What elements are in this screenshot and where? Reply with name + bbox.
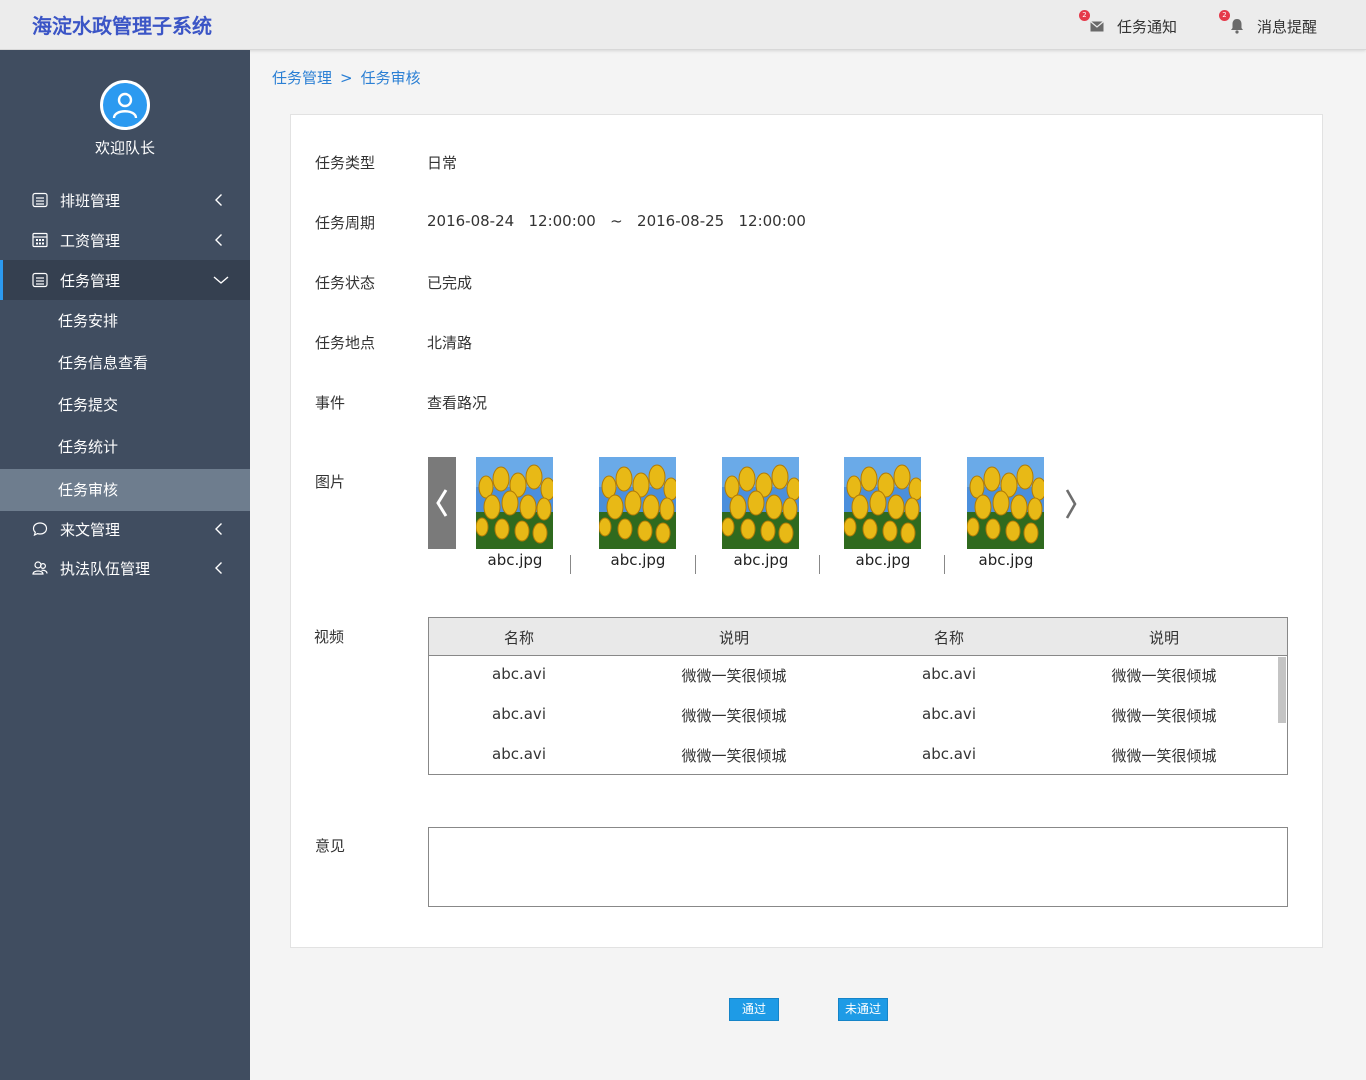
task-status-value: 已完成	[427, 274, 473, 292]
image-caption: abc.jpg	[978, 551, 1034, 569]
gallery-prev-button[interactable]	[428, 457, 456, 549]
images-label: 图片	[315, 473, 346, 491]
app-logo: 海淀水政管理子系统	[32, 14, 212, 38]
image-caption: abc.jpg	[610, 551, 666, 569]
tulip-photo-icon	[476, 457, 553, 549]
image-thumbnail[interactable]	[844, 457, 921, 549]
chevron-right-icon	[1065, 489, 1077, 519]
breadcrumb: 任务管理 > 任务审核	[272, 67, 421, 88]
menu-label: 任务管理	[60, 272, 121, 290]
chevron-left-icon	[215, 523, 222, 535]
menu-item-enforcement-team[interactable]: 执法队伍管理	[0, 548, 250, 588]
column-header: 名称	[933, 629, 964, 647]
submenu-task-submit[interactable]: 任务提交	[0, 384, 250, 426]
salary-icon	[32, 232, 48, 248]
menu-label: 工资管理	[60, 232, 121, 250]
task-notification-label: 任务通知	[1117, 17, 1178, 36]
task-period-label: 任务周期	[315, 214, 376, 232]
task-period-value: 2016-08-24 12:00:00 ~ 2016-08-25 12:00:0…	[427, 212, 806, 230]
tulip-photo-icon	[844, 457, 921, 549]
submenu-task-info[interactable]: 任务信息查看	[0, 342, 250, 384]
tulip-photo-icon	[967, 457, 1044, 549]
opinion-textarea[interactable]	[428, 827, 1288, 907]
chevron-left-icon	[215, 234, 222, 246]
team-icon	[32, 561, 48, 575]
caption-divider	[944, 555, 945, 574]
message-reminder-button[interactable]: 2 消息提醒	[1219, 10, 1318, 38]
task-icon	[32, 272, 48, 288]
breadcrumb-parent-link[interactable]: 任务管理	[272, 69, 332, 87]
pass-button[interactable]: 通过	[729, 998, 779, 1021]
event-label: 事件	[315, 394, 346, 412]
menu-item-documents[interactable]: 来文管理	[0, 509, 250, 549]
submenu-task-arrangement[interactable]: 任务安排	[0, 300, 250, 342]
image-thumbnail[interactable]	[476, 457, 553, 549]
chevron-left-icon	[215, 194, 222, 206]
schedule-icon	[32, 192, 48, 208]
menu-label: 排班管理	[60, 192, 121, 210]
breadcrumb-current: 任务审核	[360, 69, 421, 87]
opinion-label: 意见	[315, 837, 346, 855]
notification-badge: 2	[1079, 10, 1090, 21]
image-caption: abc.jpg	[733, 551, 789, 569]
task-notification-button[interactable]: 2 任务通知	[1079, 10, 1178, 38]
table-scrollbar[interactable]	[1278, 657, 1286, 723]
user-avatar-icon[interactable]	[100, 80, 150, 130]
caption-divider	[695, 555, 696, 574]
image-caption: abc.jpg	[487, 551, 543, 569]
menu-label: 执法队伍管理	[60, 560, 151, 578]
menu-label: 来文管理	[60, 521, 121, 539]
task-type-label: 任务类型	[315, 154, 376, 172]
menu-item-task-management[interactable]: 任务管理	[0, 260, 250, 300]
bell-icon: 2	[1219, 10, 1247, 36]
welcome-text: 欢迎队长	[94, 139, 155, 157]
video-label: 视频	[314, 628, 345, 646]
caption-divider	[570, 555, 571, 574]
tulip-photo-icon	[722, 457, 799, 549]
video-table-header: 名称 说明 名称 说明	[429, 618, 1287, 656]
image-thumbnail[interactable]	[722, 457, 799, 549]
image-thumbnail[interactable]	[599, 457, 676, 549]
breadcrumb-separator: >	[340, 69, 353, 87]
submenu-task-review[interactable]: 任务审核	[0, 469, 250, 511]
sidebar: 欢迎队长 排班管理 工资管理 任务管理 任务安排 任务信息查看 任务提交 任务统…	[0, 50, 250, 1080]
task-location-value: 北清路	[427, 334, 473, 352]
menu-item-scheduling[interactable]: 排班管理	[0, 180, 250, 220]
chat-icon	[32, 522, 48, 537]
message-badge: 2	[1219, 10, 1230, 21]
gallery-next-button[interactable]	[1060, 484, 1082, 524]
chevron-left-icon	[215, 562, 222, 574]
column-header: 说明	[1148, 629, 1179, 647]
event-value: 查看路况	[427, 394, 488, 412]
caption-divider	[819, 555, 820, 574]
menu-item-salary[interactable]: 工资管理	[0, 220, 250, 260]
task-status-label: 任务状态	[315, 274, 376, 292]
task-location-label: 任务地点	[315, 334, 376, 352]
top-header: 海淀水政管理子系统 2 任务通知 2 消息提醒	[0, 0, 1366, 50]
image-thumbnail[interactable]	[967, 457, 1044, 549]
video-table: 名称 说明 名称 说明 abc.avi 微微一笑很倾城 abc.avi 微微一笑…	[428, 617, 1288, 775]
chevron-down-icon	[213, 276, 229, 284]
chevron-left-icon	[436, 489, 448, 517]
task-type-value: 日常	[427, 154, 458, 172]
image-caption: abc.jpg	[855, 551, 911, 569]
message-reminder-label: 消息提醒	[1257, 17, 1318, 36]
mail-icon: 2	[1079, 10, 1107, 36]
column-header: 名称	[503, 629, 534, 647]
tulip-photo-icon	[599, 457, 676, 549]
reject-button[interactable]: 未通过	[838, 998, 888, 1021]
submenu-task-statistics[interactable]: 任务统计	[0, 426, 250, 468]
column-header: 说明	[718, 629, 749, 647]
